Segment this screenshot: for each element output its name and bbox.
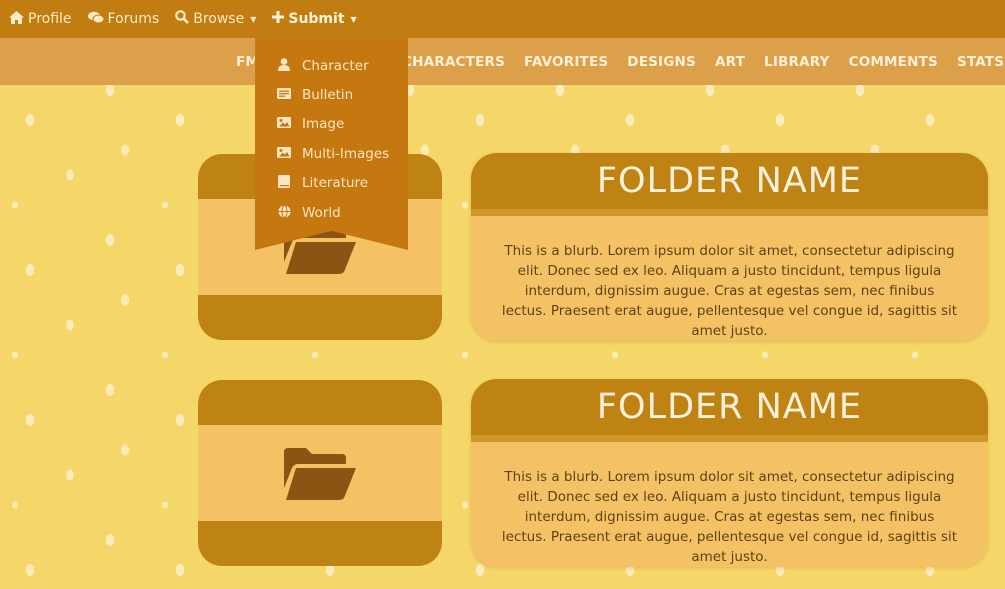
user-icon [277,57,291,74]
nav-designs[interactable]: DESIGNS [627,54,696,70]
chevron-down-icon: ▼ [250,14,257,24]
chat-icon [87,11,105,28]
folder-open-icon [284,448,356,500]
menu-item-label: Bulletin [302,87,354,104]
nav-art[interactable]: ART [715,54,745,70]
profile-nav: FM CHARACTERS FAVORITES DESIGNS ART LIBR… [0,38,1005,85]
menu-item-label: World [302,204,341,221]
globe-icon [277,204,291,221]
folder-info-card: FOLDER NAME This is a blurb. Lorem ipsum… [471,153,988,341]
menu-item-label: Character [302,57,369,74]
chevron-down-icon: ▼ [350,14,357,24]
divider [471,435,988,442]
menu-item-world[interactable]: World [255,198,408,227]
bulletin-icon [277,88,291,102]
nav-comments[interactable]: COMMENTS [849,54,938,70]
divider [471,209,988,216]
nav-characters[interactable]: CHARACTERS [402,54,505,70]
browse-label: Browse [193,11,245,27]
nav-stats[interactable]: STATS [957,54,1004,70]
menu-item-image[interactable]: Image [255,110,408,139]
submit-label: Submit [288,11,345,27]
top-bar: Profile Forums Browse ▼ Submit ▼ [0,0,1005,38]
submit-dropdown-menu: Character Bulletin Image Multi-Images Li… [255,38,408,250]
forums-link[interactable]: Forums [87,11,160,28]
image-icon [277,117,291,131]
browse-menu[interactable]: Browse ▼ [175,10,256,28]
book-icon [277,175,291,191]
folder-title[interactable]: FOLDER NAME [471,153,988,209]
menu-item-bulletin[interactable]: Bulletin [255,80,408,109]
forums-label: Forums [107,11,160,27]
menu-item-label: Image [302,116,345,133]
images-icon [277,146,291,161]
menu-item-character[interactable]: Character [255,51,408,80]
home-icon [9,10,24,28]
folder-thumbnail[interactable] [198,380,442,566]
submit-menu[interactable]: Submit ▼ [272,11,357,27]
nav-favorites[interactable]: FAVORITES [524,54,608,70]
profile-label: Profile [28,11,72,27]
menu-item-label: Literature [302,175,369,192]
folder-blurb: This is a blurb. Lorem ipsum dolor sit a… [501,469,958,565]
folder-info-card: FOLDER NAME This is a blurb. Lorem ipsum… [471,379,988,567]
search-icon [175,10,190,28]
nav-library[interactable]: LIBRARY [764,54,830,70]
menu-item-label: Multi-Images [302,145,390,162]
folder-title[interactable]: FOLDER NAME [471,379,988,435]
menu-item-multi-images[interactable]: Multi-Images [255,139,408,168]
plus-icon [272,11,285,27]
profile-link[interactable]: Profile [9,10,72,28]
menu-item-literature[interactable]: Literature [255,169,408,198]
folder-blurb: This is a blurb. Lorem ipsum dolor sit a… [501,243,958,339]
